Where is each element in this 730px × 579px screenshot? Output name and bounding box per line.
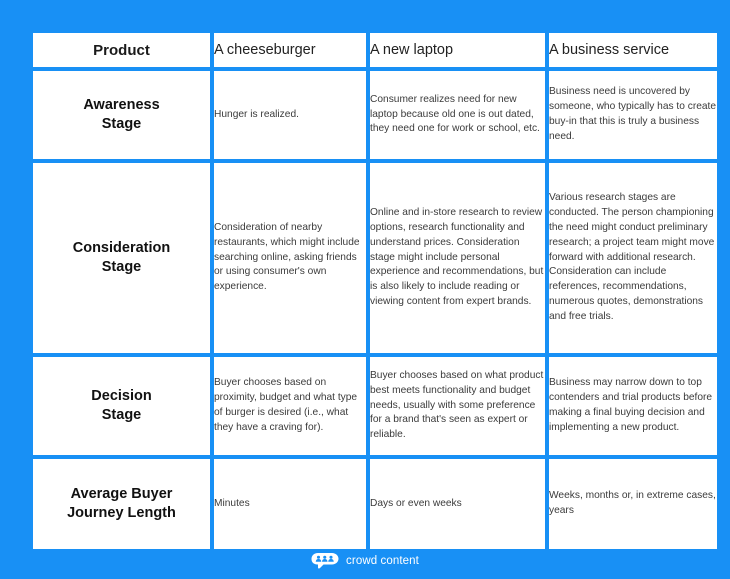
row-label-journey-length: Average Buyer Journey Length [33,459,210,549]
cell-length-laptop: Days or even weeks [370,459,545,549]
table-header-row: Product A cheeseburger A new laptop A bu… [33,33,717,67]
buyer-journey-table-container: Product A cheeseburger A new laptop A bu… [33,33,717,549]
crowd-content-speech-bubble-icon [311,551,339,571]
cell-awareness-business-service: Business need is uncovered by someone, w… [549,71,717,159]
header-cell-laptop: A new laptop [370,33,545,67]
row-label-awareness: Awareness Stage [33,71,210,159]
row-label-line-2: Journey Length [67,505,176,521]
cell-decision-cheeseburger: Buyer chooses based on proximity, budget… [214,357,366,455]
row-label-line-2: Stage [101,116,142,132]
row-label-decision: Decision Stage [33,357,210,455]
header-cell-product: Product [33,33,210,67]
table-row-awareness: Awareness Stage Hunger is realized. Cons… [33,71,717,159]
cell-decision-business-service: Business may narrow down to top contende… [549,357,717,455]
cell-length-business-service: Weeks, months or, in extreme cases, year… [549,459,717,549]
row-label-line-1: Awareness [83,96,160,113]
footer-brand-bar: crowd content [0,543,730,579]
cell-length-cheeseburger: Minutes [214,459,366,549]
row-label-line-2: Stage [101,259,142,275]
infographic-page: Product A cheeseburger A new laptop A bu… [0,0,730,579]
header-cell-business-service: A business service [549,33,717,67]
row-label-line-2: Stage [101,407,142,423]
row-label-line-1: Decision [91,387,152,404]
table-row-decision: Decision Stage Buyer chooses based on pr… [33,357,717,455]
cell-awareness-laptop: Consumer realizes need for new laptop be… [370,71,545,159]
cell-decision-laptop: Buyer chooses based on what product best… [370,357,545,455]
row-label-consideration: Consideration Stage [33,163,210,353]
row-label-line-1: Consideration [72,239,171,256]
brand-name: crowd content [346,555,419,567]
buyer-journey-matrix: Product A cheeseburger A new laptop A bu… [29,29,721,553]
table-row-consideration: Consideration Stage Consideration of nea… [33,163,717,353]
header-cell-cheeseburger: A cheeseburger [214,33,366,67]
cell-consideration-cheeseburger: Consideration of nearby restaurants, whi… [214,163,366,353]
cell-awareness-cheeseburger: Hunger is realized. [214,71,366,159]
table-row-journey-length: Average Buyer Journey Length Minutes Day… [33,459,717,549]
row-label-line-1: Average Buyer [70,485,173,502]
cell-consideration-business-service: Various research stages are conducted. T… [549,163,717,353]
cell-consideration-laptop: Online and in-store research to review o… [370,163,545,353]
